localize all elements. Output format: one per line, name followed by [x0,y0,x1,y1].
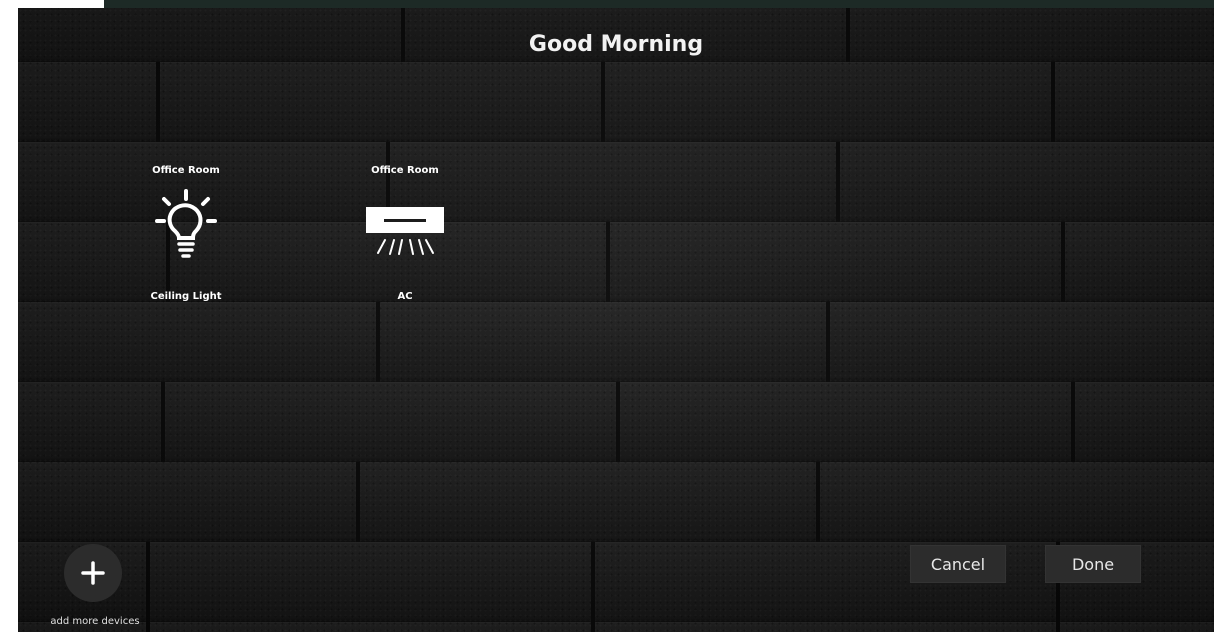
device-room-label: Office Room [152,165,220,176]
brick-wall-background [146,8,1075,632]
device-ac[interactable]: Office Room AC [350,165,460,302]
device-room-label: Office Room [371,165,439,176]
device-ceiling-light[interactable]: Office Room Ceiling Light [131,165,241,302]
add-device-label: add more devices [50,616,140,627]
home-screen: Good Morning Office Room Ceiling Light O… [18,8,1214,632]
device-name-label: AC [397,291,413,302]
lightbulb-icon [131,179,241,271]
plus-icon [81,561,105,585]
done-button[interactable]: Done [1045,545,1141,583]
device-name-label: Ceiling Light [150,291,222,302]
add-device-button[interactable] [64,544,122,602]
cancel-button[interactable]: Cancel [910,545,1006,583]
top-bar [104,0,1214,8]
air-conditioner-icon [350,179,460,271]
greeting-title: Good Morning [528,32,704,57]
